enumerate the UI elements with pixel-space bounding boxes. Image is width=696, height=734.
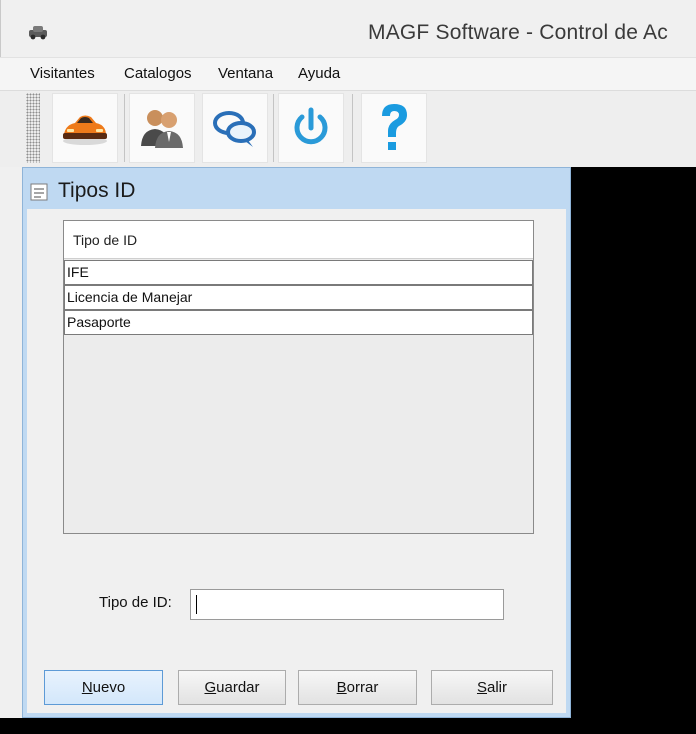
- toolbar-chat-button[interactable]: [202, 93, 268, 163]
- mdi-desktop: [0, 718, 696, 734]
- table-cell: Licencia de Manejar: [67, 289, 193, 305]
- menu-visitantes[interactable]: Visitantes: [30, 65, 95, 82]
- dialog-icon: [30, 183, 48, 201]
- menu-ayuda[interactable]: Ayuda: [298, 65, 340, 82]
- toolbar-separator: [273, 94, 274, 162]
- help-icon: [382, 104, 407, 150]
- toolbar-exit-button[interactable]: [278, 93, 344, 163]
- power-icon: [294, 107, 328, 145]
- toolbar-separator: [352, 94, 353, 162]
- toolbar-help-button[interactable]: [361, 93, 427, 163]
- salir-button[interactable]: Salir: [431, 670, 553, 705]
- app-car-icon: [29, 26, 47, 40]
- salir-button-label: Salir: [476, 679, 508, 696]
- menu-ventana[interactable]: Ventana: [218, 65, 273, 82]
- window-title: MAGF Software - Control de Ac: [368, 21, 668, 44]
- menu-catalogos[interactable]: Catalogos: [124, 65, 192, 82]
- borrar-button[interactable]: Borrar: [298, 670, 417, 705]
- guardar-button[interactable]: Guardar: [178, 670, 286, 705]
- mdi-desktop: [571, 167, 696, 734]
- dialog-title: Tipos ID: [58, 179, 136, 202]
- table-row[interactable]: Pasaporte: [64, 310, 533, 335]
- toolbar-separator: [124, 94, 125, 162]
- toolbar-users-button[interactable]: [129, 93, 195, 163]
- nuevo-button-label: Nuevo: [81, 679, 126, 696]
- tipo-de-id-label: Tipo de ID:: [99, 594, 172, 611]
- toolbar-grip[interactable]: [26, 93, 40, 163]
- column-header-tipo-de-id[interactable]: Tipo de ID: [73, 232, 137, 248]
- chat-bubbles-icon: [213, 111, 256, 147]
- tipo-de-id-input[interactable]: [190, 589, 504, 620]
- table-cell: Pasaporte: [67, 314, 131, 330]
- menu-bar: Visitantes Catalogos Ventana Ayuda: [0, 57, 696, 91]
- car-icon: [63, 115, 107, 145]
- table-row[interactable]: Licencia de Manejar: [64, 285, 533, 310]
- guardar-button-label: Guardar: [204, 679, 260, 696]
- nuevo-button[interactable]: Nuevo: [44, 670, 163, 705]
- toolbar-visitantes-button[interactable]: [52, 93, 118, 163]
- borrar-button-label: Borrar: [336, 679, 379, 696]
- text-caret: [196, 595, 197, 614]
- table-cell: IFE: [67, 264, 89, 280]
- table-row[interactable]: IFE: [64, 260, 533, 285]
- users-icon: [141, 110, 183, 148]
